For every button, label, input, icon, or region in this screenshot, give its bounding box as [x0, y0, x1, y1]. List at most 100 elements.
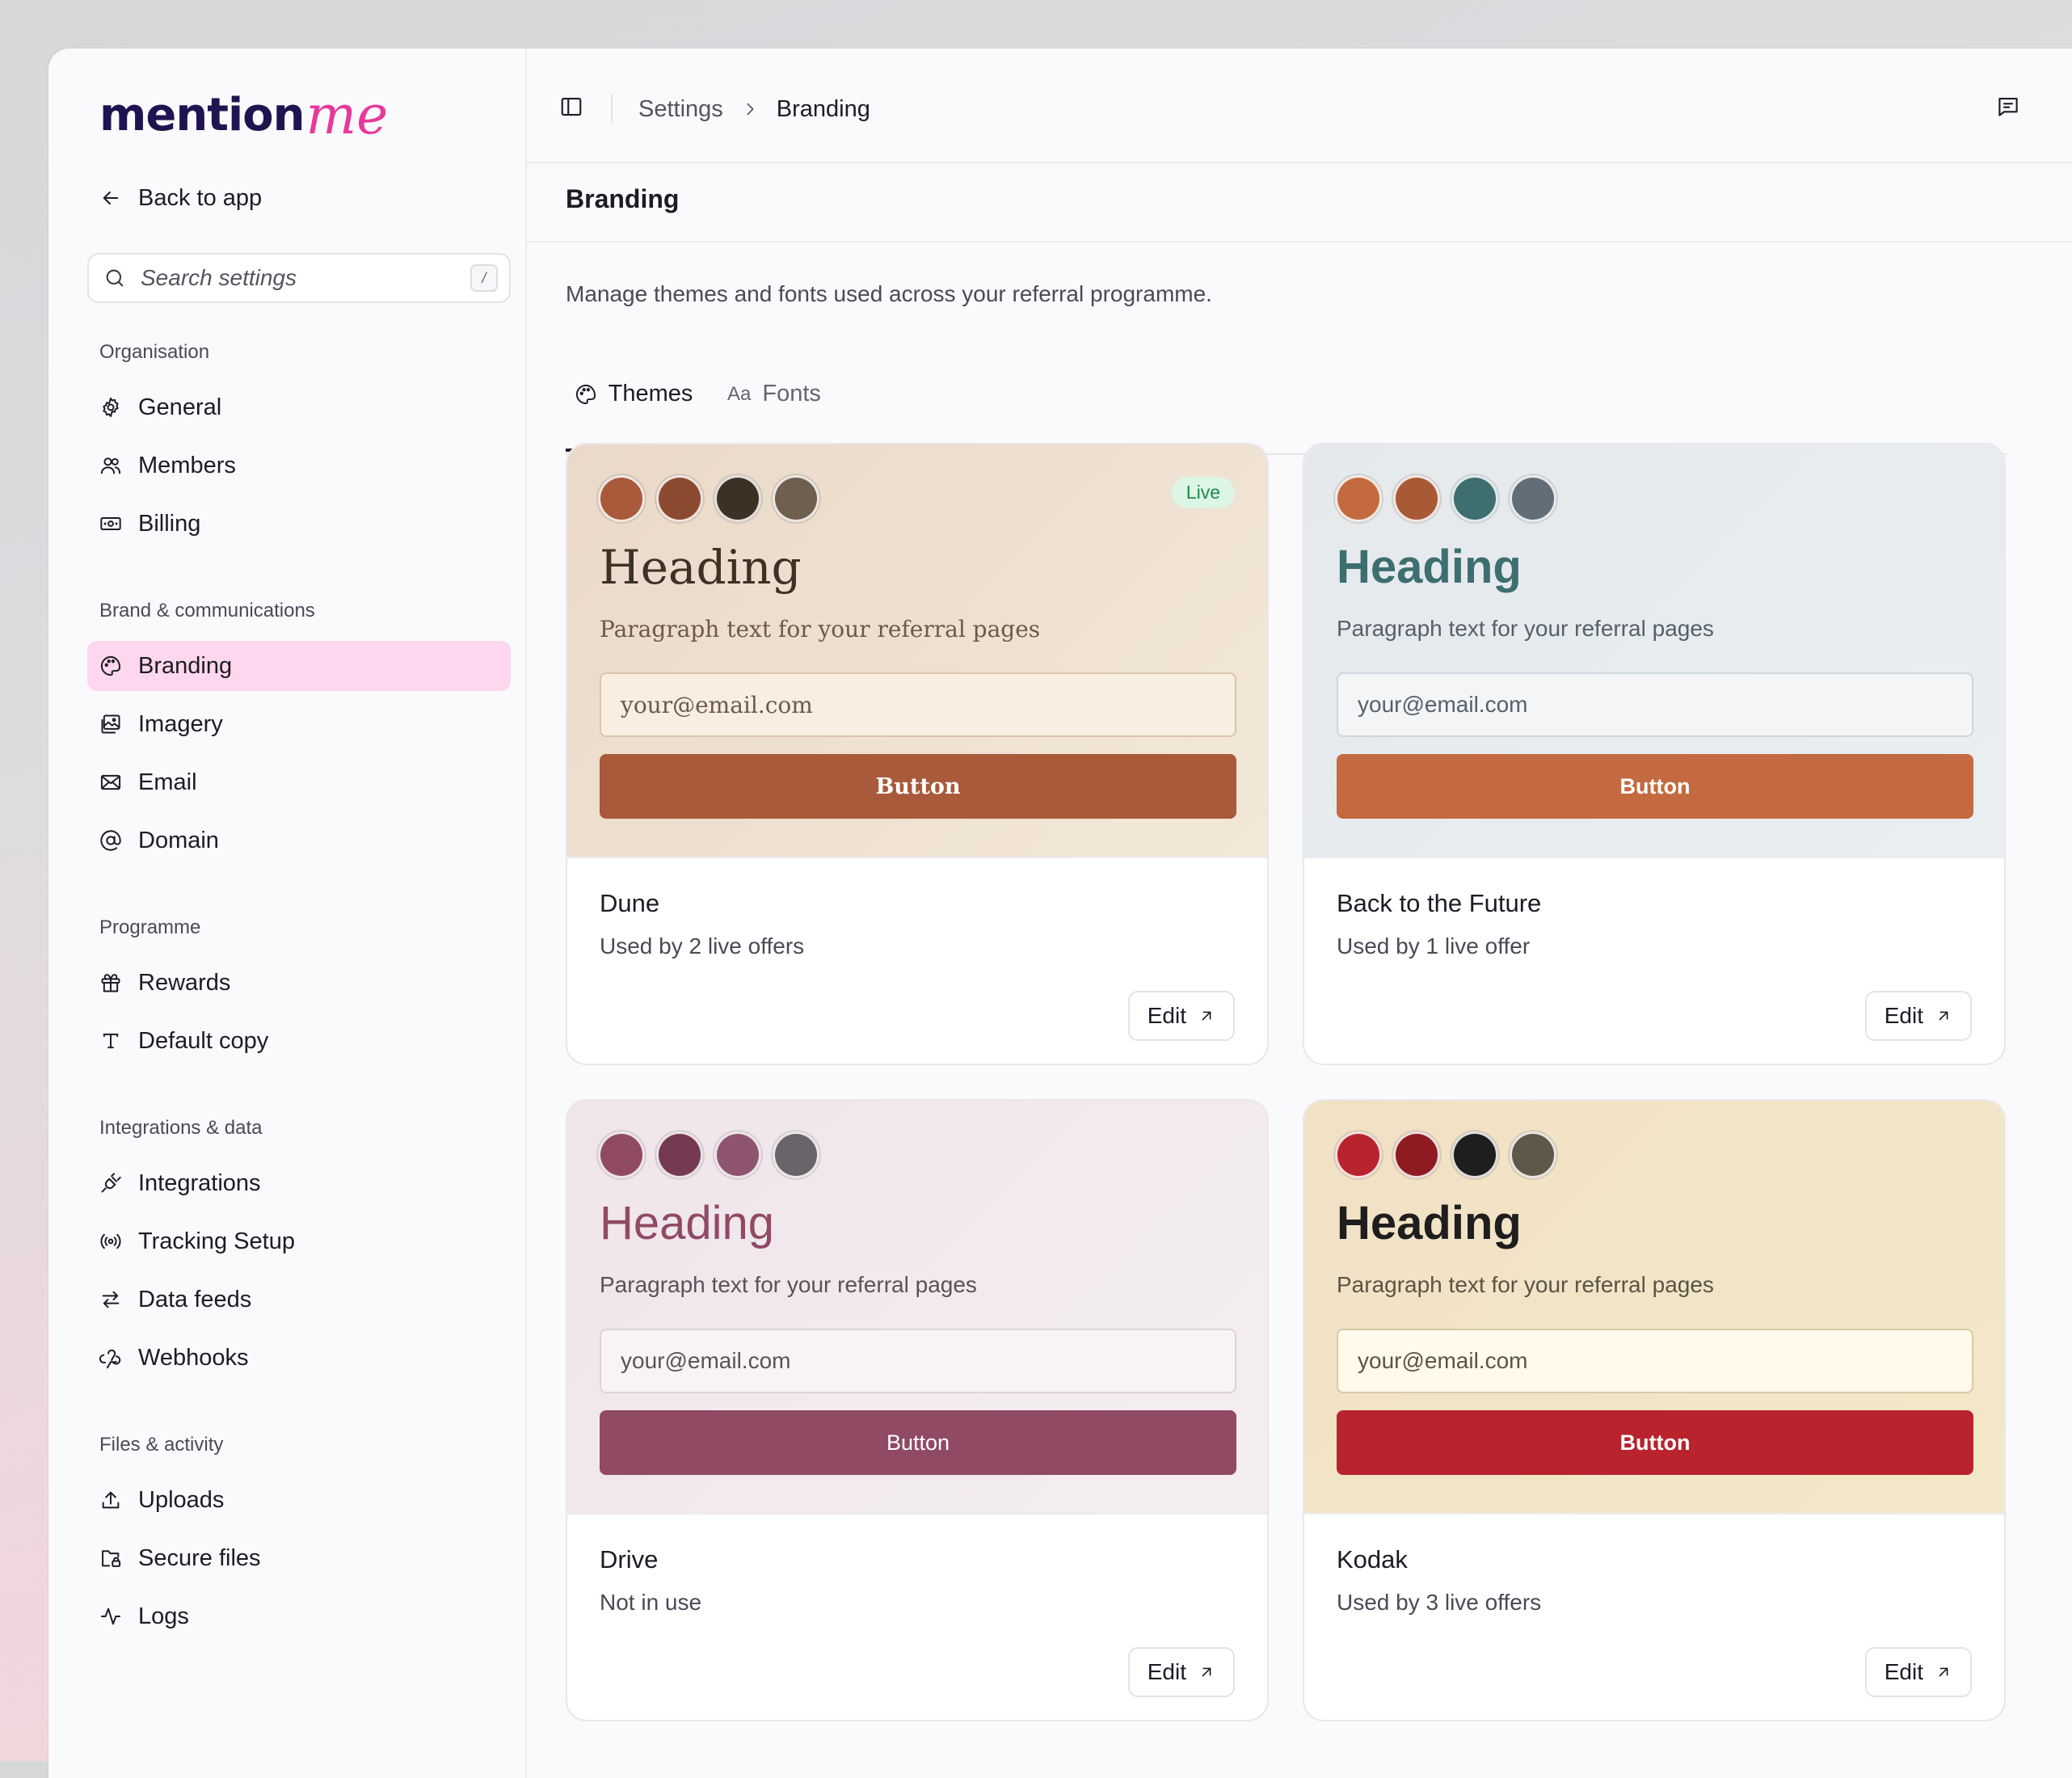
font-icon: Aa: [727, 383, 752, 405]
sidebar-item-secure-files[interactable]: Secure files: [87, 1533, 511, 1583]
sidebar-item-branding[interactable]: Branding: [87, 641, 511, 691]
gift-icon: [101, 974, 120, 992]
palette-icon: [101, 655, 121, 676]
live-badge: Live: [1171, 477, 1235, 508]
edit-label: Edit: [1884, 1003, 1923, 1028]
preview-email-input: your@email.com: [1337, 1329, 1973, 1393]
color-swatches: [1335, 1131, 1556, 1178]
sidebar-item-label: Rewards: [138, 969, 231, 996]
section-title-programme: Programme: [99, 916, 201, 938]
sidebar-item-label: Domain: [138, 827, 219, 853]
tab-fonts[interactable]: Aa Fonts: [727, 343, 821, 452]
sidebar-item-members[interactable]: Members: [87, 440, 511, 491]
logo[interactable]: mention me: [99, 82, 388, 147]
edit-theme-button[interactable]: Edit: [1864, 991, 1972, 1041]
sidebar-item-domain[interactable]: Domain: [87, 815, 511, 866]
theme-card-kodak[interactable]: Heading Paragraph text for your referral…: [1303, 1099, 2006, 1721]
settings-sidebar: mentionme Back to app / Organisation Gen…: [48, 48, 527, 1778]
sidebar-item-imagery[interactable]: Imagery: [87, 699, 511, 749]
edit-theme-button[interactable]: Edit: [1864, 1647, 1972, 1697]
logo-wordmark: mention: [99, 88, 305, 141]
breadcrumb-settings[interactable]: Settings: [638, 96, 723, 123]
sidebar-item-billing[interactable]: Billing: [87, 499, 511, 549]
edit-theme-button[interactable]: Edit: [1127, 991, 1235, 1041]
theme-name: Drive: [600, 1545, 659, 1574]
sidebar-item-email[interactable]: Email: [87, 757, 511, 807]
sidebar-item-tracking-setup[interactable]: Tracking Setup: [87, 1216, 511, 1266]
toolbar-divider: [611, 94, 613, 123]
theme-preview: Heading Paragraph text for your referral…: [567, 1101, 1267, 1515]
preview-button: Button: [1337, 754, 1973, 819]
preview-button: Button: [600, 754, 1236, 819]
arrow-up-right-icon: [1202, 1667, 1211, 1677]
images-icon: [101, 714, 120, 734]
color-swatch: [773, 1131, 819, 1178]
theme-usage: Used by 3 live offers: [1337, 1590, 1542, 1615]
sidebar-item-label: Imagery: [138, 710, 223, 737]
color-swatch: [714, 1131, 761, 1178]
theme-card-drive[interactable]: Heading Paragraph text for your referral…: [566, 1099, 1269, 1721]
theme-usage: Used by 2 live offers: [600, 933, 805, 959]
tab-bar: Themes Aa Fonts: [566, 343, 2007, 455]
sidebar-item-label: Branding: [138, 652, 233, 679]
sidebar-item-logs[interactable]: Logs: [87, 1591, 511, 1641]
preview-button: Button: [600, 1410, 1236, 1475]
preview-heading: Heading: [1337, 541, 1522, 593]
back-to-app-label: Back to app: [138, 184, 263, 211]
breadcrumb: Settings Branding: [638, 89, 870, 129]
back-to-app-link[interactable]: Back to app: [99, 178, 262, 218]
sidebar-item-general[interactable]: General: [87, 382, 511, 432]
edit-label: Edit: [1147, 1003, 1186, 1028]
color-swatch: [1510, 1131, 1556, 1178]
sidebar-item-integrations[interactable]: Integrations: [87, 1158, 511, 1208]
theme-preview: Heading Paragraph text for your referral…: [1304, 444, 2004, 858]
sidebar-item-label: Default copy: [138, 1027, 269, 1054]
mail-icon: [100, 774, 121, 790]
edit-theme-button[interactable]: Edit: [1127, 1647, 1235, 1697]
sidebar-item-rewards[interactable]: Rewards: [87, 958, 511, 1008]
color-swatch: [1510, 475, 1556, 522]
plug-icon: [101, 1173, 121, 1193]
theme-preview: Heading Paragraph text for your referral…: [1304, 1101, 2004, 1515]
page-title: Branding: [566, 184, 680, 213]
radio-icon: [100, 1233, 121, 1249]
section-title-integrations-data: Integrations & data: [99, 1117, 263, 1139]
feedback-chat-icon[interactable]: [1996, 95, 2020, 119]
top-bar: Settings Branding: [527, 48, 2072, 163]
theme-card-back-to-the-future[interactable]: Heading Paragraph text for your referral…: [1303, 443, 2006, 1065]
sidebar-item-label: Tracking Setup: [138, 1228, 295, 1254]
color-swatch: [1393, 1131, 1440, 1178]
sidebar-item-uploads[interactable]: Uploads: [87, 1475, 511, 1525]
at-sign-icon: [100, 830, 121, 851]
sidebar-toggle-icon[interactable]: [559, 95, 583, 119]
color-swatch: [714, 475, 761, 522]
tab-themes[interactable]: Themes: [566, 343, 701, 452]
sidebar-item-label: Uploads: [138, 1486, 225, 1513]
app-window: mentionme Back to app / Organisation Gen…: [48, 48, 2072, 1778]
color-swatch: [598, 1131, 645, 1178]
sidebar-item-label: Integrations: [138, 1169, 261, 1196]
chevron-right-icon: [747, 103, 754, 116]
theme-name: Kodak: [1337, 1545, 1408, 1574]
color-swatches: [598, 1131, 819, 1178]
preview-email-input: your@email.com: [1337, 672, 1973, 737]
sidebar-item-webhooks[interactable]: Webhooks: [87, 1333, 511, 1383]
theme-name: Dune: [600, 889, 660, 917]
sidebar-item-default-copy[interactable]: Default copy: [87, 1016, 511, 1066]
theme-name: Back to the Future: [1337, 889, 1542, 917]
sidebar-item-label: Email: [138, 769, 197, 795]
theme-card-dune[interactable]: Live Heading Paragraph text for your ref…: [566, 443, 1269, 1065]
webhook-icon: [99, 1349, 121, 1369]
color-swatch: [656, 475, 703, 522]
banknote-icon: [100, 517, 121, 530]
color-swatch: [1335, 475, 1382, 522]
color-swatch: [1335, 1131, 1382, 1178]
arrows-left-right-icon: [102, 1291, 120, 1308]
sidebar-item-data-feeds[interactable]: Data feeds: [87, 1275, 511, 1325]
sidebar-item-label: Logs: [138, 1603, 189, 1629]
upload-icon: [102, 1491, 120, 1509]
search-settings[interactable]: /: [87, 253, 511, 303]
edit-label: Edit: [1147, 1659, 1186, 1684]
search-input[interactable]: [139, 264, 457, 292]
sidebar-item-label: Data feeds: [138, 1286, 252, 1312]
